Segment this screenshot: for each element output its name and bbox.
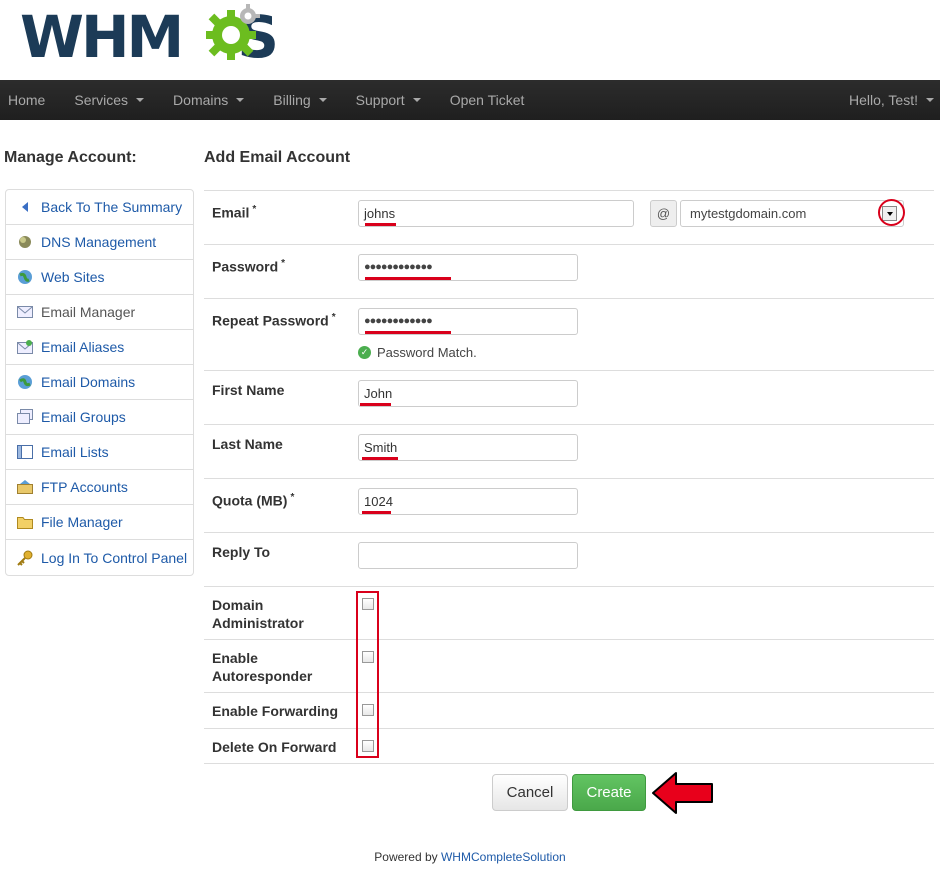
back-arrow-icon	[16, 199, 34, 215]
gear-icon	[206, 4, 260, 60]
first-name-input[interactable]: John	[358, 380, 578, 407]
required-mark: *	[290, 492, 295, 503]
email-domain-icon	[16, 374, 34, 390]
sidebar-item-back-to-summary[interactable]: Back To The Summary	[6, 190, 193, 225]
delete-on-forward-label: Delete On Forward	[212, 739, 337, 755]
annotation-circle	[878, 199, 905, 226]
add-email-form: Email * johns @ mytestgdomain.com Passwor…	[204, 190, 934, 764]
envelope-icon	[16, 304, 34, 320]
autoresponder-label-line2: Autoresponder	[212, 668, 313, 684]
forwarding-row: Enable Forwarding	[204, 692, 934, 728]
delete-on-forward-row: Delete On Forward	[204, 728, 934, 764]
repeat-password-row: Repeat Password * ●●●●●●●●●●●● ✓ Password…	[204, 298, 934, 370]
sidebar-item-dns-management[interactable]: DNS Management	[6, 225, 193, 260]
cancel-button[interactable]: Cancel	[492, 774, 568, 811]
quota-input[interactable]: 1024	[358, 488, 578, 515]
reply-to-label: Reply To	[212, 544, 271, 560]
user-menu[interactable]: Hello, Test!	[849, 80, 934, 120]
email-row: Email * johns @ mytestgdomain.com	[204, 190, 934, 244]
nav-support[interactable]: Support	[348, 80, 429, 120]
sidebar-item-ftp-accounts[interactable]: FTP Accounts	[6, 470, 193, 505]
sidebar-item-login-control-panel[interactable]: Log In To Control Panel	[6, 540, 193, 575]
domain-select[interactable]: mytestgdomain.com	[680, 200, 904, 227]
annotation-arrow-icon	[652, 772, 713, 814]
required-mark: *	[331, 312, 336, 323]
nav-services[interactable]: Services	[66, 80, 152, 120]
email-input[interactable]: johns	[358, 200, 634, 227]
logo-text-start: WHM	[20, 3, 184, 71]
last-name-label: Last Name	[212, 436, 283, 452]
sidebar-item-web-sites[interactable]: Web Sites	[6, 260, 193, 295]
page-title: Add Email Account	[204, 149, 351, 166]
chevron-down-icon	[318, 98, 327, 102]
whmcs-logo[interactable]: WHM S	[20, 2, 279, 72]
required-mark: *	[252, 204, 257, 215]
required-mark: *	[281, 258, 286, 269]
first-name-row: First Name John	[204, 370, 934, 424]
forwarding-label: Enable Forwarding	[212, 703, 339, 719]
domain-admin-row: Domain Administrator	[204, 586, 934, 639]
annotation-underline	[360, 403, 391, 406]
list-icon	[16, 444, 34, 460]
ftp-icon	[16, 479, 34, 495]
nav-domains[interactable]: Domains	[165, 80, 252, 120]
domain-admin-label-line1: Domain	[212, 597, 264, 613]
autoresponder-row: Enable Autoresponder	[204, 639, 934, 692]
annotation-box	[356, 591, 379, 758]
first-name-label: First Name	[212, 382, 285, 398]
autoresponder-label-line1: Enable	[212, 650, 258, 666]
at-addon: @	[650, 200, 677, 227]
password-match-status: ✓ Password Match.	[358, 345, 477, 360]
annotation-underline	[362, 511, 391, 514]
sidebar-item-email-manager[interactable]: Email Manager	[6, 295, 193, 330]
sidebar-item-email-aliases[interactable]: Email Aliases	[6, 330, 193, 365]
quota-row: Quota (MB) * 1024	[204, 478, 934, 532]
footer: Powered by WHMCompleteSolution	[374, 850, 566, 864]
nav-home[interactable]: Home	[0, 80, 53, 120]
sidebar-item-file-manager[interactable]: File Manager	[6, 505, 193, 540]
top-navbar: Home Services Domains Billing Support Op…	[0, 80, 940, 120]
sidebar-item-email-lists[interactable]: Email Lists	[6, 435, 193, 470]
password-label: Password	[212, 258, 279, 275]
reply-to-input[interactable]	[358, 542, 578, 569]
nav-open-ticket[interactable]: Open Ticket	[442, 80, 533, 120]
check-circle-icon: ✓	[358, 346, 371, 359]
domain-admin-label-line2: Administrator	[212, 615, 304, 631]
last-name-row: Last Name Smith	[204, 424, 934, 478]
sidebar-item-email-domains[interactable]: Email Domains	[6, 365, 193, 400]
key-icon	[16, 550, 34, 566]
chevron-down-icon	[412, 98, 421, 102]
chevron-down-icon	[926, 98, 934, 102]
email-label: Email	[212, 204, 250, 221]
chevron-down-icon	[136, 98, 145, 102]
footer-link[interactable]: WHMCompleteSolution	[441, 850, 566, 864]
sidebar-menu: Back To The Summary DNS Management Web S…	[5, 189, 194, 576]
annotation-underline	[365, 223, 396, 226]
create-button[interactable]: Create	[572, 774, 646, 811]
password-row: Password * ●●●●●●●●●●●●	[204, 244, 934, 298]
annotation-underline	[362, 457, 398, 460]
nav-billing[interactable]: Billing	[265, 80, 334, 120]
email-alias-icon	[16, 339, 34, 355]
repeat-password-label: Repeat Password	[212, 312, 329, 329]
dns-icon	[16, 234, 34, 250]
sidebar-item-email-groups[interactable]: Email Groups	[6, 400, 193, 435]
globe-icon	[16, 269, 34, 285]
chevron-down-icon	[236, 98, 245, 102]
quota-label: Quota (MB)	[212, 492, 288, 509]
sidebar-title: Manage Account:	[4, 149, 137, 166]
email-group-icon	[16, 409, 34, 425]
reply-to-row: Reply To	[204, 532, 934, 586]
folder-icon	[16, 514, 34, 530]
annotation-underline	[365, 331, 451, 334]
annotation-underline	[365, 277, 451, 280]
